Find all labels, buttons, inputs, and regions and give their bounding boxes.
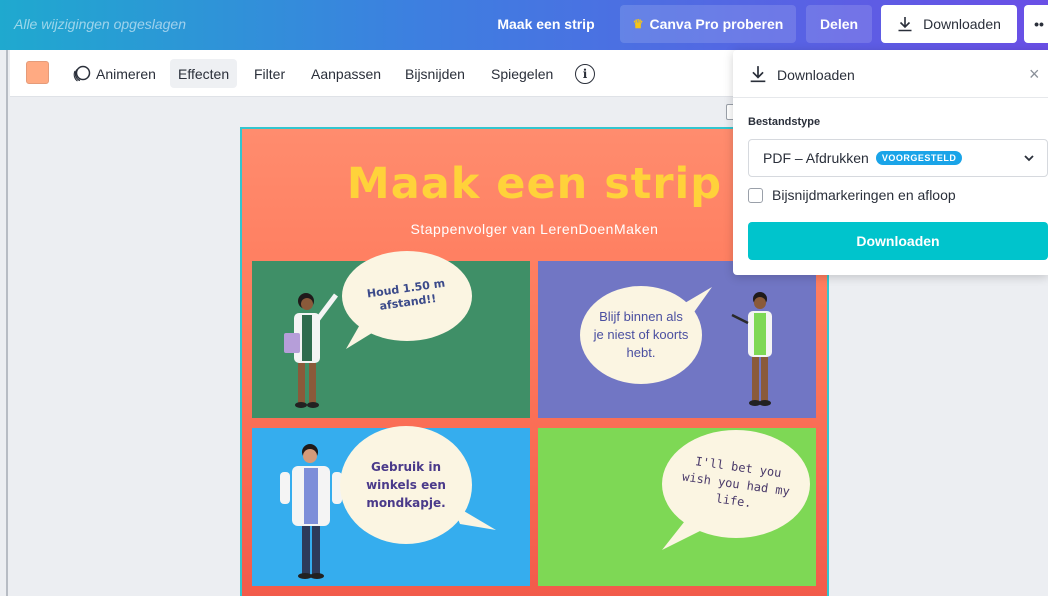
- animate-icon: [73, 65, 91, 81]
- download-button-label: Downloaden: [923, 16, 1001, 32]
- comic-panel-3[interactable]: Gebruik in winkels een mondkapje.: [252, 426, 530, 586]
- crop-marks-checkbox[interactable]: [748, 187, 763, 203]
- file-type-label: Bestandstype: [748, 116, 821, 128]
- save-status: Alle wijzigingen opgeslagen: [14, 16, 187, 32]
- file-type-select[interactable]: PDF – Afdrukken VOORGESTELD: [748, 139, 1048, 177]
- download-icon: [750, 66, 766, 83]
- speech-text: I'll bet you wish you had my life.: [681, 453, 791, 510]
- adjust-button[interactable]: Aanpassen: [303, 59, 389, 88]
- effects-button[interactable]: Effecten: [170, 59, 238, 88]
- animate-button[interactable]: Animeren: [64, 59, 164, 88]
- design-title-button[interactable]: Maak een strip: [486, 5, 606, 43]
- doctor-illustration: [731, 292, 772, 406]
- try-pro-button[interactable]: ♛ Canva Pro proberen: [620, 5, 796, 43]
- animate-label: Animeren: [96, 65, 156, 82]
- speech-tail: [452, 504, 496, 530]
- crop-marks-option[interactable]: Bijsnijdmarkeringen en afloop: [748, 187, 956, 203]
- crop-button[interactable]: Bijsnijden: [397, 59, 473, 88]
- download-button[interactable]: Downloaden: [881, 5, 1017, 43]
- speech-text: Houd 1.50 m afstand!!: [366, 276, 446, 313]
- download-confirm-button[interactable]: Downloaden: [748, 222, 1048, 260]
- download-icon: [898, 17, 912, 32]
- comic-panel-2[interactable]: Blijf binnen als je niest of koorts hebt…: [538, 261, 816, 418]
- doctor-illustration: [284, 293, 338, 408]
- comic-panel-4[interactable]: I'll bet you wish you had my life.: [538, 428, 816, 586]
- speech-text: Blijf binnen als je niest of koorts hebt…: [593, 308, 689, 361]
- info-icon[interactable]: i: [575, 64, 595, 84]
- image-toolbar: Animeren Effecten Filter Aanpassen Bijsn…: [10, 50, 780, 97]
- chevron-down-icon: [1024, 155, 1034, 162]
- try-pro-label: Canva Pro proberen: [649, 16, 784, 32]
- download-panel: Downloaden × Bestandstype PDF – Afdrukke…: [733, 50, 1048, 275]
- suggested-badge: VOORGESTELD: [875, 151, 963, 165]
- canva-editor: Alle wijzigingen opgeslagen Maak een str…: [0, 0, 1048, 596]
- filter-button[interactable]: Filter: [246, 59, 293, 88]
- crown-icon: ♛: [632, 17, 644, 31]
- speech-text: Gebruik in winkels een mondkapje.: [366, 460, 446, 510]
- doctor-illustration: [280, 444, 342, 579]
- comic-panel-1[interactable]: Houd 1.50 m afstand!!: [252, 251, 530, 418]
- color-swatch[interactable]: [26, 61, 49, 84]
- speech-bubble: Blijf binnen als je niest of koorts hebt…: [580, 286, 702, 384]
- speech-bubble: I'll bet you wish you had my life.: [662, 430, 810, 538]
- flip-button[interactable]: Spiegelen: [483, 59, 561, 88]
- download-panel-header: Downloaden ×: [733, 50, 1048, 98]
- download-panel-title: Downloaden: [777, 67, 855, 83]
- share-button[interactable]: Delen: [806, 5, 872, 43]
- top-bar: Alle wijzigingen opgeslagen Maak een str…: [0, 0, 1048, 50]
- crop-marks-label: Bijsnijdmarkeringen en afloop: [772, 187, 956, 203]
- left-edge-divider: [6, 50, 8, 596]
- more-options-button[interactable]: ••: [1024, 5, 1048, 43]
- speech-bubble: Houd 1.50 m afstand!!: [342, 251, 472, 341]
- file-type-value: PDF – Afdrukken: [763, 150, 869, 166]
- close-icon[interactable]: ×: [1029, 64, 1040, 85]
